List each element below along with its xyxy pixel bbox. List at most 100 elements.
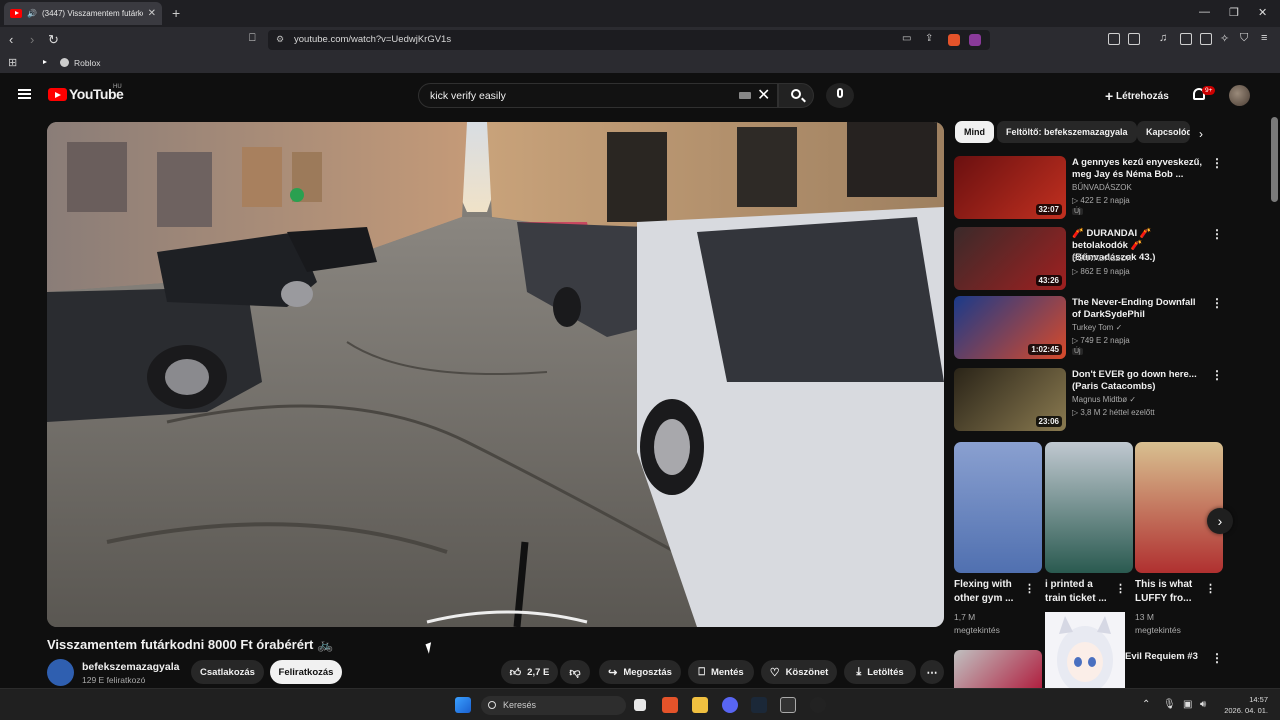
- more-vertical-icon[interactable]: ⋮: [1211, 227, 1223, 241]
- recommendation-title[interactable]: The Never-Ending Downfall of DarkSydePhi…: [1072, 297, 1207, 321]
- chevron-right-icon[interactable]: ›: [1199, 127, 1203, 141]
- bookmark-icon[interactable]: ⎕: [249, 32, 256, 45]
- sidebar-icon[interactable]: [1180, 33, 1192, 45]
- search-button[interactable]: [778, 83, 814, 108]
- volume-icon[interactable]: 🔊︎: [1200, 699, 1206, 710]
- recommendation-item[interactable]: 23:06 Don't EVER go down here... (Paris …: [954, 368, 1229, 434]
- chip-related[interactable]: Kapcsolód: [1137, 121, 1190, 143]
- system-clock[interactable]: 14:57 2026. 04. 01.: [1222, 694, 1268, 716]
- steam-icon[interactable]: [751, 697, 767, 713]
- recommendation-channel[interactable]: Turkey Tom ✓: [1072, 323, 1122, 332]
- download-button[interactable]: ⤓ Letöltés: [844, 660, 916, 684]
- join-button[interactable]: Csatlakozás: [191, 660, 264, 684]
- discord-icon[interactable]: [722, 697, 738, 713]
- more-vertical-icon[interactable]: ⋮: [1211, 651, 1223, 665]
- minimize-button[interactable]: —: [1199, 6, 1210, 18]
- close-tab-icon[interactable]: ✕: [148, 8, 156, 19]
- short-thumbnail[interactable]: [1045, 442, 1133, 573]
- chip-all[interactable]: Mind: [955, 121, 994, 143]
- voice-search-button[interactable]: [826, 83, 854, 108]
- search-input[interactable]: kick verify easily ✕: [418, 83, 778, 108]
- more-actions-button[interactable]: ⋯: [920, 660, 944, 684]
- recommendation-channel[interactable]: BŰNVADÁSZOK: [1072, 254, 1132, 263]
- browser-tab[interactable]: 🔊 (3447) Visszamentem futárko ✕: [4, 2, 162, 25]
- recommendation-item[interactable]: 43:26 🧨 DURANDAI 🧨 betolakodók 🧨 (Bűnvad…: [954, 227, 1229, 293]
- brave-rewards-icon[interactable]: [969, 34, 981, 46]
- clear-search-icon[interactable]: ✕: [757, 85, 770, 105]
- recording-app-icon[interactable]: [810, 697, 826, 713]
- channel-name[interactable]: befekszemazagyala: [82, 661, 179, 673]
- site-info-icon[interactable]: ⚙: [276, 34, 284, 45]
- more-vertical-icon[interactable]: ⋮: [1211, 368, 1223, 382]
- youtube-logo-icon[interactable]: [48, 88, 67, 101]
- brave-shields-icon[interactable]: [948, 34, 960, 46]
- shorts-next-button[interactable]: ›: [1207, 508, 1233, 534]
- short-title[interactable]: Flexing with other gym ...: [954, 578, 1024, 606]
- wallet2-icon[interactable]: [1200, 33, 1212, 45]
- extensions-icon[interactable]: [1108, 33, 1120, 45]
- share-icon[interactable]: ⇪: [925, 33, 933, 44]
- microphone-tray-icon[interactable]: 🎙︎: [1163, 699, 1176, 710]
- media-icon[interactable]: ♫: [1159, 32, 1167, 44]
- video-thumbnail[interactable]: 32:07: [954, 156, 1066, 219]
- recommendation-channel[interactable]: Magnus Midtbø ✓: [1072, 395, 1136, 404]
- recommendation-item[interactable]: 32:07 A gennyes kezű enyveskezű, meg Jay…: [954, 156, 1229, 222]
- bookmark-roblox[interactable]: Roblox: [74, 58, 100, 68]
- short-title[interactable]: i printed a train ticket ...: [1045, 578, 1115, 606]
- save-button[interactable]: ⎕ Mentés: [688, 660, 754, 684]
- forward-button[interactable]: ›: [30, 32, 34, 47]
- more-vertical-icon[interactable]: ⋮: [1211, 156, 1223, 170]
- window-close-button[interactable]: ✕: [1258, 6, 1267, 19]
- video-thumbnail[interactable]: [954, 650, 1042, 688]
- address-bar[interactable]: ⚙ youtube.com/watch?v=UedwjKrGV1s ▭ ⇪: [268, 30, 990, 50]
- short-thumbnail[interactable]: [1135, 442, 1223, 573]
- cast-icon[interactable]: ▭: [902, 33, 911, 44]
- menu-icon[interactable]: ≡: [1261, 32, 1267, 44]
- more-vertical-icon[interactable]: ⋮: [1205, 582, 1216, 595]
- account-avatar[interactable]: [1229, 85, 1250, 106]
- keyboard-icon[interactable]: [739, 92, 751, 99]
- hamburger-menu-icon[interactable]: [18, 89, 31, 99]
- recommendation-item[interactable]: 1:02:45 The Never-Ending Downfall of Dar…: [954, 296, 1229, 362]
- more-vertical-icon[interactable]: ⋮: [1115, 582, 1126, 595]
- short-title[interactable]: This is what LUFFY fro...: [1135, 578, 1205, 606]
- recommendation-title[interactable]: Evil Requiem #3: [1125, 651, 1198, 662]
- wallet-icon[interactable]: [1128, 33, 1140, 45]
- windows-start-icon[interactable]: [455, 697, 471, 713]
- share-button[interactable]: ↪ Megosztás: [599, 660, 681, 684]
- task-view-icon[interactable]: [634, 699, 646, 711]
- subscribe-label: Feliratkozás: [278, 666, 334, 678]
- leo-ai-icon[interactable]: ✧: [1220, 32, 1229, 45]
- more-vertical-icon[interactable]: ⋮: [1211, 296, 1223, 310]
- app-icon[interactable]: [780, 697, 796, 713]
- page-scrollbar[interactable]: [1271, 117, 1278, 202]
- tray-overflow-icon[interactable]: ⌃: [1142, 699, 1150, 710]
- plus-icon: +: [1105, 88, 1114, 104]
- file-explorer-icon[interactable]: [692, 697, 708, 713]
- short-thumbnail[interactable]: [954, 442, 1042, 573]
- thanks-button[interactable]: ♡ Köszönet: [761, 660, 837, 684]
- apps-grid-icon[interactable]: ⊞: [8, 56, 17, 69]
- more-vertical-icon[interactable]: ⋮: [1024, 582, 1035, 595]
- chip-uploader[interactable]: Feltöltő: befekszemazagyala: [997, 121, 1137, 143]
- recommendation-title[interactable]: Don't EVER go down here... (Paris Cataco…: [1072, 369, 1207, 393]
- reload-button[interactable]: ↻: [48, 32, 59, 48]
- recommendation-title[interactable]: A gennyes kezű enyveskezű, meg Jay és Né…: [1072, 157, 1207, 181]
- video-thumbnail[interactable]: 43:26: [954, 227, 1066, 290]
- like-button[interactable]: 👍︎ 2,7 E: [501, 660, 558, 684]
- vpn-icon[interactable]: ⛉: [1240, 32, 1248, 45]
- recommendation-channel[interactable]: BŰNVADÁSZOK: [1072, 183, 1132, 192]
- subscribe-button[interactable]: Feliratkozás: [270, 660, 342, 684]
- new-tab-button[interactable]: +: [172, 5, 180, 21]
- brave-browser-icon[interactable]: [662, 697, 678, 713]
- video-thumbnail[interactable]: 23:06: [954, 368, 1066, 431]
- video-thumbnail[interactable]: 1:02:45: [954, 296, 1066, 359]
- video-player[interactable]: [47, 122, 944, 627]
- taskbar-search-input[interactable]: Keresés: [481, 696, 626, 715]
- create-button[interactable]: + Létrehozás: [1105, 86, 1169, 104]
- network-icon[interactable]: ▣: [1183, 699, 1192, 710]
- restore-button[interactable]: ❐: [1229, 6, 1239, 19]
- channel-avatar[interactable]: [47, 659, 74, 686]
- back-button[interactable]: ‹: [9, 32, 13, 47]
- dislike-button[interactable]: 👎︎: [560, 660, 590, 684]
